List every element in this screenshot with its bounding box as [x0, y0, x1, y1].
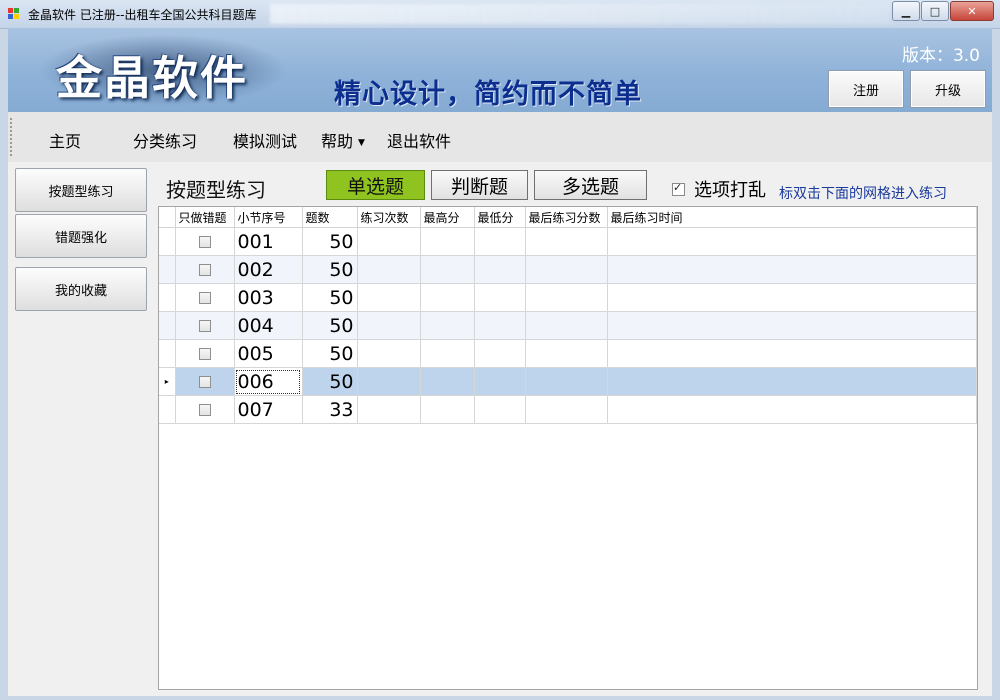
- wrong-only-checkbox[interactable]: [198, 375, 211, 388]
- current-row-indicator-icon[interactable]: ▸: [159, 367, 176, 396]
- tab-true-false[interactable]: 判断题: [431, 170, 528, 200]
- count-cell[interactable]: 50: [302, 255, 358, 284]
- minimize-button[interactable]: ▁: [892, 1, 920, 21]
- tab-single-choice[interactable]: 单选题: [326, 170, 425, 200]
- chevron-down-icon: ▼: [358, 138, 365, 148]
- count-cell[interactable]: 33: [302, 395, 358, 424]
- wrong-only-checkbox[interactable]: [198, 319, 211, 332]
- count-cell[interactable]: 50: [302, 339, 358, 368]
- upgrade-button[interactable]: 升级: [910, 70, 986, 108]
- slogan: 精心设计，简约而不简单: [334, 79, 642, 110]
- row-header[interactable]: [159, 339, 176, 368]
- table-row[interactable]: 007 33: [159, 395, 977, 424]
- column-header-last-time[interactable]: 最后练习时间: [607, 207, 977, 228]
- main-area: 按题型练习 错题强化 我的收藏 按题型练习 单选题 判断题 多选题 选项打乱 标…: [8, 162, 992, 696]
- wrong-only-checkbox[interactable]: [198, 291, 211, 304]
- table-row[interactable]: 005 50: [159, 339, 977, 368]
- menu-help[interactable]: 帮助 ▼: [321, 128, 365, 152]
- window-title: 金晶软件 已注册--出租车全国公共科目题库: [28, 8, 257, 22]
- row-header[interactable]: [159, 227, 176, 256]
- menu-bar: 主页 分类练习 模拟测试 帮助 ▼ 退出软件: [8, 112, 992, 163]
- sidebar-item-wrong-questions[interactable]: 错题强化: [15, 214, 147, 258]
- column-header-last-score[interactable]: 最后练习分数: [525, 207, 608, 228]
- row-header[interactable]: [159, 283, 176, 312]
- column-header-min-score[interactable]: 最低分: [474, 207, 526, 228]
- close-button[interactable]: ✕: [950, 1, 994, 21]
- menu-category-practice[interactable]: 分类练习: [133, 128, 197, 152]
- register-button[interactable]: 注册: [828, 70, 904, 108]
- sidebar-item-favorites[interactable]: 我的收藏: [15, 267, 147, 311]
- count-cell[interactable]: 50: [302, 311, 358, 340]
- toolbar-grip[interactable]: [10, 118, 14, 156]
- column-header-practice-times[interactable]: 练习次数: [357, 207, 421, 228]
- menu-exit[interactable]: 退出软件: [387, 128, 451, 152]
- count-cell[interactable]: 50: [302, 227, 358, 256]
- row-header[interactable]: [159, 395, 176, 424]
- header-banner: 金晶软件 精心设计，简约而不简单 版本：3.0 注册 升级: [8, 28, 992, 112]
- section-cell[interactable]: 007: [234, 395, 303, 424]
- row-header[interactable]: [159, 311, 176, 340]
- logo: 金晶软件: [56, 51, 248, 105]
- checkbox-check-icon[interactable]: [672, 181, 685, 196]
- app-icon: [8, 8, 20, 20]
- grid-header-row: 只做错题 小节序号 题数 练习次数 最高分 最低分 最后练习分数 最后练习时间: [159, 207, 977, 228]
- row-header-corner: [159, 207, 176, 228]
- sidebar-item-by-type[interactable]: 按题型练习: [15, 168, 147, 212]
- wrong-only-checkbox[interactable]: [198, 403, 211, 416]
- section-cell[interactable]: 001: [234, 227, 303, 256]
- shuffle-options-label: 选项打乱: [694, 180, 766, 201]
- section-title: 按题型练习: [166, 178, 266, 202]
- table-row[interactable]: 002 50: [159, 255, 977, 284]
- practice-grid[interactable]: 只做错题 小节序号 题数 练习次数 最高分 最低分 最后练习分数 最后练习时间 …: [158, 206, 978, 690]
- table-row[interactable]: 001 50: [159, 227, 977, 256]
- count-cell[interactable]: 50: [302, 283, 358, 312]
- menu-mock-test[interactable]: 模拟测试: [233, 128, 297, 152]
- menu-home[interactable]: 主页: [49, 128, 81, 152]
- shuffle-options-checkbox[interactable]: 选项打乱: [672, 176, 766, 202]
- window-titlebar: 金晶软件 已注册--出租车全国公共科目题库 ▁ □ ✕: [0, 0, 1000, 29]
- section-cell[interactable]: 006: [234, 367, 303, 396]
- row-header[interactable]: [159, 255, 176, 284]
- section-cell[interactable]: 002: [234, 255, 303, 284]
- column-header-max-score[interactable]: 最高分: [420, 207, 475, 228]
- menu-help-label: 帮助: [321, 132, 354, 151]
- maximize-button[interactable]: □: [921, 1, 949, 21]
- section-cell[interactable]: 005: [234, 339, 303, 368]
- wrong-only-checkbox[interactable]: [198, 235, 211, 248]
- column-header-count[interactable]: 题数: [302, 207, 358, 228]
- hint-text: 标双击下面的网格进入练习: [779, 186, 947, 202]
- table-row[interactable]: 003 50: [159, 283, 977, 312]
- wrong-only-checkbox[interactable]: [198, 263, 211, 276]
- wrong-only-checkbox[interactable]: [198, 347, 211, 360]
- section-cell[interactable]: 004: [234, 311, 303, 340]
- count-cell[interactable]: 50: [302, 367, 358, 396]
- section-cell[interactable]: 003: [234, 283, 303, 312]
- version-label: 版本：3.0: [901, 46, 980, 66]
- table-row-selected[interactable]: ▸ 006 50: [159, 367, 977, 396]
- title-bar-blurred-area: [270, 4, 890, 24]
- table-row[interactable]: 004 50: [159, 311, 977, 340]
- column-header-wrong-only[interactable]: 只做错题: [175, 207, 235, 228]
- column-header-section[interactable]: 小节序号: [234, 207, 303, 228]
- tab-multiple-choice[interactable]: 多选题: [534, 170, 647, 200]
